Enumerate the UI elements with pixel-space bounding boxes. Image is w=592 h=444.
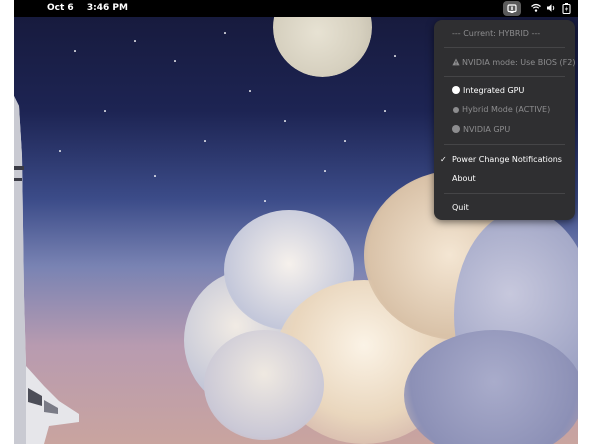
checkmark-icon: ✓	[440, 155, 447, 164]
menu-item-nvidia-gpu: NVIDIA GPU	[434, 121, 575, 138]
menu-item-label: Hybrid Mode (ACTIVE)	[462, 105, 551, 114]
moon-illustration	[273, 16, 372, 77]
date-label: Oct 6	[47, 3, 74, 13]
gpu-switcher-tray-button[interactable]	[503, 1, 521, 16]
wifi-icon[interactable]	[531, 3, 541, 13]
gpu-switcher-menu: --- Current: HYBRID --- NVIDIA mode: Use…	[434, 20, 575, 220]
menu-item-about[interactable]: About	[434, 170, 575, 187]
menu-item-label: Integrated GPU	[463, 86, 525, 95]
warning-icon	[452, 58, 460, 66]
nvidia-mode-warning: NVIDIA mode: Use BIOS (F2)	[434, 54, 575, 71]
clock[interactable]: Oct 6 3:46 PM	[47, 3, 128, 13]
menu-item-label: About	[452, 174, 476, 183]
menu-item-label: Quit	[452, 203, 469, 212]
menu-item-label: NVIDIA GPU	[463, 125, 511, 134]
nvidia-gpu-radio-icon	[452, 125, 460, 133]
menu-separator	[444, 193, 565, 194]
volume-icon[interactable]	[546, 3, 556, 13]
integrated-gpu-radio-icon	[452, 86, 460, 94]
menu-item-hybrid-mode: Hybrid Mode (ACTIVE)	[434, 101, 575, 118]
hybrid-mode-radio-icon	[453, 106, 459, 113]
menu-separator	[444, 47, 565, 48]
menu-item-power-change-notifications[interactable]: ✓ Power Change Notifications	[434, 151, 575, 168]
gpu-switcher-icon	[507, 3, 517, 13]
menu-separator	[444, 76, 565, 77]
time-label: 3:46 PM	[86, 3, 128, 13]
desktop: Oct 6 3:46 PM --- Current: HYBRID --- NV…	[14, 0, 578, 444]
menu-separator	[444, 144, 565, 145]
menu-item-quit[interactable]: Quit	[434, 199, 575, 216]
top-bar: Oct 6 3:46 PM	[14, 0, 578, 17]
menu-item-integrated-gpu[interactable]: Integrated GPU	[434, 82, 575, 99]
current-mode-status: --- Current: HYBRID ---	[452, 29, 541, 38]
rocket-illustration	[14, 96, 79, 444]
battery-icon[interactable]	[562, 3, 571, 14]
menu-item-label: Power Change Notifications	[452, 155, 562, 164]
